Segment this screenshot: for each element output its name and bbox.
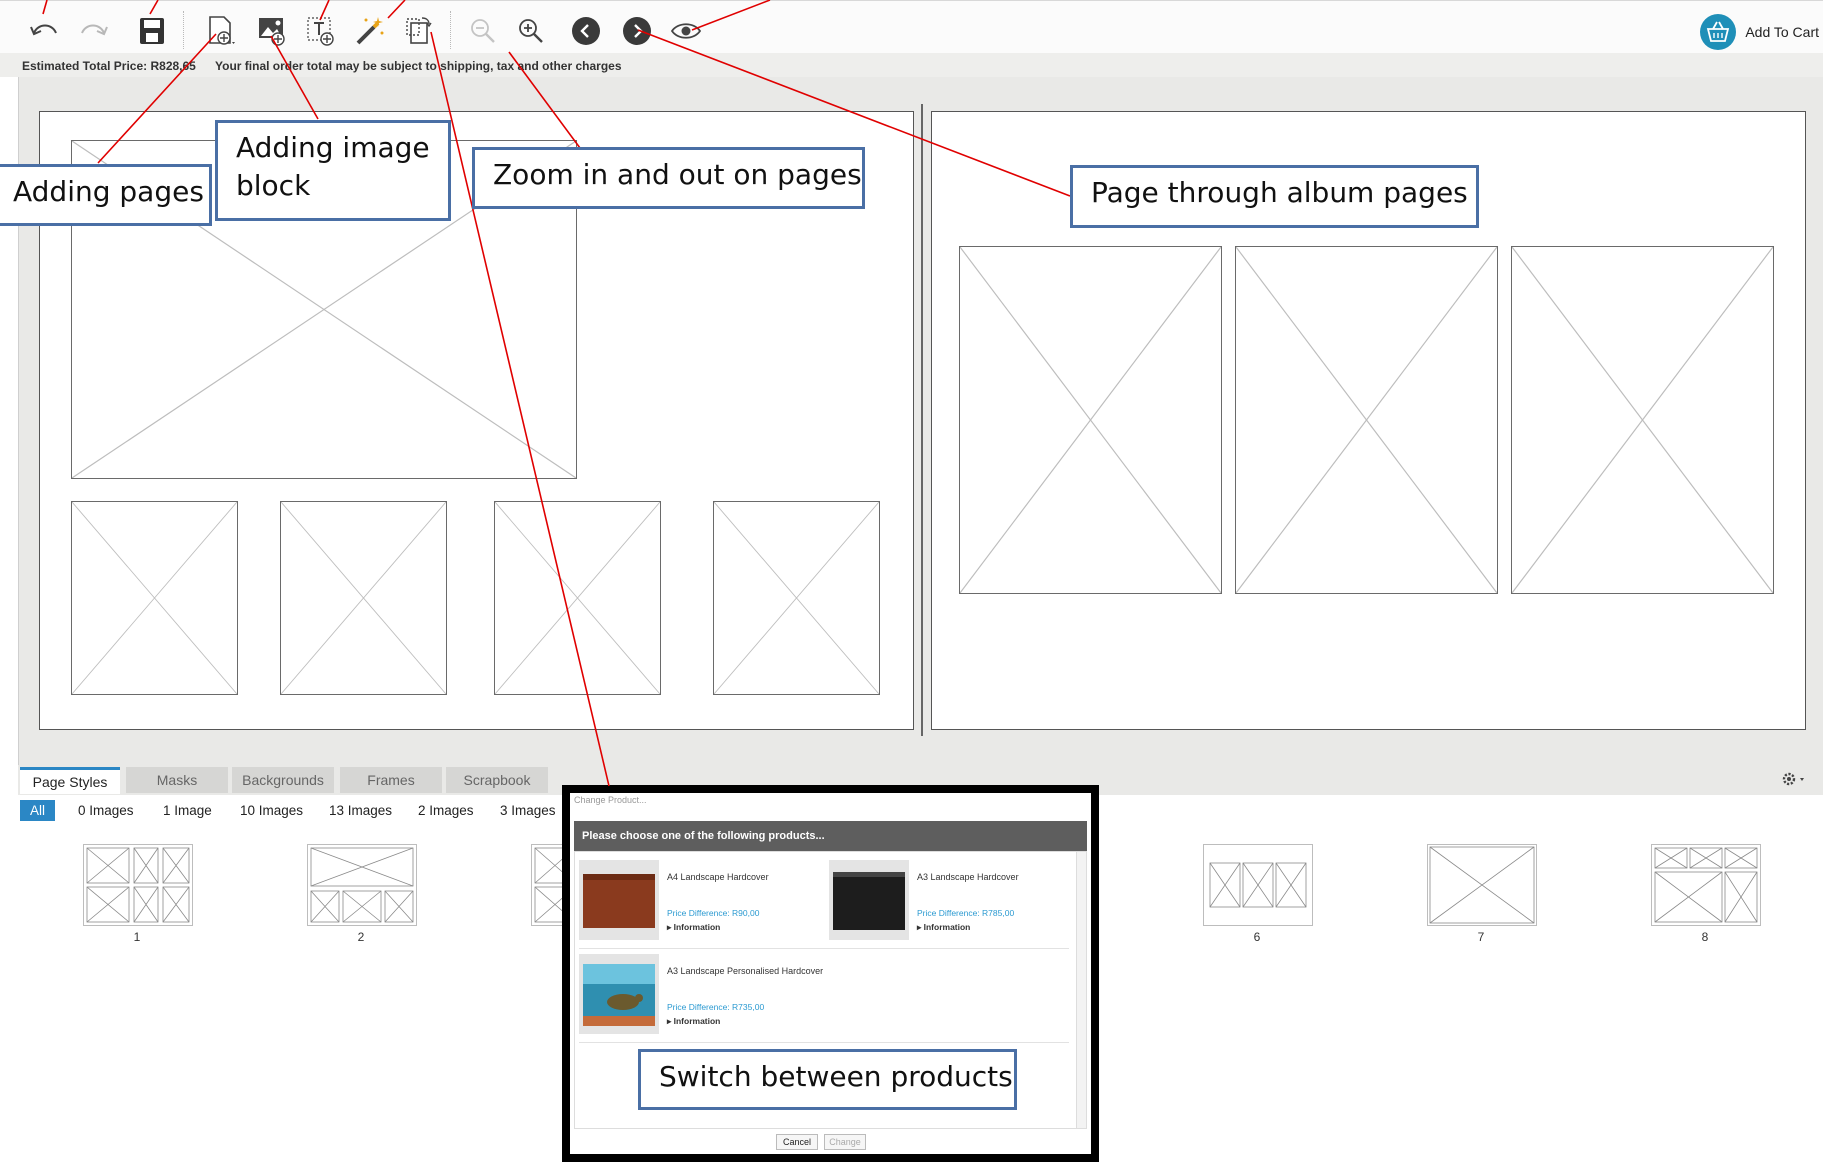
undo-button[interactable] [26,13,62,49]
product-name: A3 Landscape Personalised Hardcover [667,966,824,976]
product-information-link[interactable]: ▸ Information [667,1016,720,1027]
tab-scrapbook[interactable]: Scrapbook [446,767,548,793]
add-to-cart-button[interactable]: Add To Cart [1699,13,1819,51]
product-information-link[interactable]: ▸ Information [917,922,970,933]
page-style-thumbnail[interactable] [1651,844,1761,926]
tab-backgrounds[interactable]: Backgrounds [232,767,334,793]
next-page-button[interactable] [619,13,655,49]
product-option[interactable]: A4 Landscape Hardcover Price Difference:… [579,860,819,944]
filter-3-images[interactable]: 3 Images [500,800,556,821]
product-cover-image [829,860,909,940]
settings-button[interactable] [1778,766,1810,792]
dialog-header: Please choose one of the following produ… [574,821,1087,851]
filter-all[interactable]: All [20,800,56,821]
estimated-total-price: Estimated Total Price: R828,65 [22,59,196,73]
price-difference: Price Difference: R90,00 [667,908,760,918]
image-placeholder[interactable] [959,246,1222,594]
filter-10-images[interactable]: 10 Images [240,800,303,821]
add-text-icon [307,17,334,46]
callout-page-through: Page through album pages [1070,165,1479,228]
change-button[interactable]: Change [824,1134,866,1150]
zoom-in-button[interactable] [513,13,549,49]
add-page-button[interactable] [204,13,240,49]
save-button[interactable] [134,13,170,49]
tab-masks[interactable]: Masks [126,767,228,793]
gear-icon [1782,772,1804,786]
toolbar-separator [450,11,452,49]
divider [579,1042,1069,1043]
toolbar-separator [183,11,185,49]
undo-icon [30,24,57,36]
zoom-in-icon [519,19,543,43]
price-bar: Estimated Total Price: R828,65 Your fina… [0,53,1823,77]
image-placeholder[interactable] [494,501,661,695]
eye-icon [670,23,702,39]
product-cover-image [579,954,659,1034]
preview-button[interactable] [668,13,704,49]
main-toolbar: Add To Cart [0,0,1823,54]
thumbnail-number: 7 [1477,930,1485,944]
add-image-icon [259,18,285,46]
image-placeholder[interactable] [1511,246,1774,594]
divider [579,948,1069,949]
album-spine [921,104,923,736]
tab-page-styles[interactable]: Page Styles [20,767,120,794]
price-difference: Price Difference: R735,00 [667,1002,765,1012]
filter-1-image[interactable]: 1 Image [163,800,212,821]
image-placeholder[interactable] [280,501,447,695]
image-placeholder[interactable] [1235,246,1498,594]
product-name: A3 Landscape Hardcover [917,872,1019,882]
filter-2-images[interactable]: 2 Images [418,800,474,821]
product-option[interactable]: A3 Landscape Hardcover Price Difference:… [829,860,1069,944]
product-cover-image [579,860,659,940]
page-style-thumbnail[interactable] [1203,844,1313,926]
zoom-out-icon [471,19,495,43]
magic-wand-icon [356,17,384,45]
basket-icon [1700,14,1737,50]
tab-frames[interactable]: Frames [340,767,442,793]
image-placeholder[interactable] [71,501,238,695]
dialog-scrollbar[interactable] [1076,852,1086,1128]
filter-13-images[interactable]: 13 Images [329,800,392,821]
thumbnail-number: 6 [1253,930,1261,944]
add-text-block-button[interactable] [303,13,339,49]
save-icon [140,18,164,44]
redo-icon [81,24,108,36]
magic-wand-button[interactable] [352,13,388,49]
callout-adding-image-block: Adding image block [215,120,451,221]
change-product-button[interactable] [400,13,436,49]
change-product-icon [406,17,432,44]
add-to-cart-label: Add To Cart [1745,24,1819,40]
price-disclaimer: Your final order total may be subject to… [215,59,622,73]
thumbnail-number: 2 [357,930,365,944]
page-style-thumbnail[interactable] [83,844,193,926]
zoom-out-button[interactable] [465,13,501,49]
add-image-block-button[interactable] [254,13,290,49]
image-placeholder[interactable] [713,501,880,695]
thumbnail-number: 8 [1701,930,1709,944]
filter-0-images[interactable]: 0 Images [78,800,134,821]
page-style-thumbnail[interactable] [1427,844,1537,926]
cancel-button[interactable]: Cancel [776,1134,818,1150]
page-style-thumbnail[interactable] [307,844,417,926]
product-information-link[interactable]: ▸ Information [667,922,720,933]
add-page-icon [209,16,235,45]
callout-switch-products: Switch between products [638,1049,1017,1110]
chevron-right-icon [623,17,651,45]
product-option[interactable]: A3 Landscape Personalised Hardcover Pric… [579,954,823,1038]
previous-page-button[interactable] [568,13,604,49]
callout-adding-pages: Adding pages [0,164,212,226]
redo-button[interactable] [76,13,112,49]
dialog-title: Change Product... [574,795,647,805]
callout-zoom: Zoom in and out on pages [472,147,865,209]
product-name: A4 Landscape Hardcover [667,872,769,882]
thumbnail-number: 1 [133,930,141,944]
chevron-left-icon [572,17,600,45]
price-difference: Price Difference: R785,00 [917,908,1015,918]
